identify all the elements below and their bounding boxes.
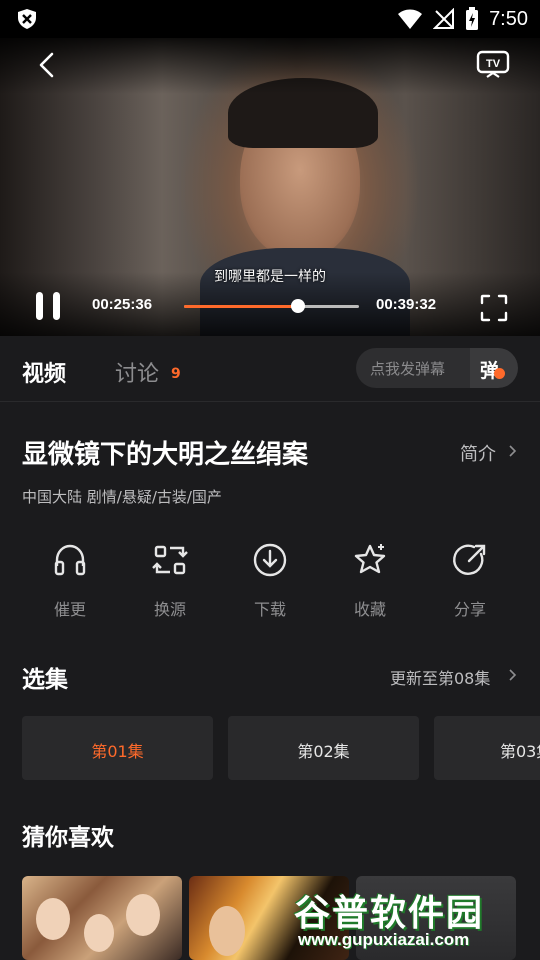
chevron-right-icon[interactable] — [508, 668, 518, 682]
video-player[interactable]: TV 到哪里都是一样的 00:25:36 00:39:32 — [0, 38, 540, 336]
recommend-poster[interactable] — [22, 876, 182, 960]
fullscreen-icon[interactable] — [480, 294, 508, 322]
danmaku-on-icon — [494, 368, 505, 379]
progress-knob[interactable] — [290, 299, 305, 313]
watermark-logo: 谷普软件园 www.gupuxiazai.com — [294, 884, 540, 960]
intro-link[interactable]: 简介 — [460, 440, 496, 466]
download-button[interactable]: 下载 — [220, 540, 320, 630]
player-controls: 00:25:36 00:39:32 — [0, 272, 540, 336]
battery-charging-icon — [466, 7, 479, 30]
episode-item[interactable]: 第01集 — [22, 716, 213, 780]
comments-count-badge: 9 — [171, 366, 181, 382]
tab-comments[interactable]: 讨论 — [115, 356, 159, 388]
pause-bar-right — [53, 292, 60, 320]
share-button[interactable]: 分享 — [420, 540, 520, 630]
duration: 00:39:32 — [376, 296, 437, 313]
tab-bar: 视频 讨论 9 点我发弹幕 弹 — [0, 336, 540, 402]
pause-button[interactable] — [34, 292, 62, 322]
back-icon[interactable] — [32, 50, 62, 80]
svg-text:TV: TV — [486, 58, 501, 70]
watermark-url: www.gupuxiazai.com — [298, 930, 470, 949]
action-label: 下载 — [253, 600, 286, 619]
danmaku-input[interactable]: 点我发弹幕 — [370, 358, 445, 379]
poster-figure — [126, 894, 160, 936]
status-time: 7:50 — [489, 7, 528, 30]
show-title: 显微镜下的大明之丝绢案 — [22, 440, 309, 470]
switch-source-button[interactable]: 换源 — [120, 540, 220, 630]
poster-figure — [84, 914, 114, 952]
switch-source-icon — [152, 545, 188, 575]
watermark-text: 谷普软件园 — [294, 893, 485, 934]
star-icon — [354, 544, 386, 574]
progress-track[interactable] — [184, 299, 359, 313]
episodes-title: 选集 — [22, 667, 68, 693]
tv-cast-icon[interactable]: TV — [476, 50, 510, 80]
poster-figure — [36, 898, 70, 940]
action-label: 收藏 — [353, 600, 386, 619]
show-meta: 中国大陆 剧情/悬疑/古装/国产 — [22, 488, 222, 506]
wifi-icon — [398, 9, 423, 29]
episode-label: 第03集 — [500, 742, 540, 761]
download-icon — [253, 543, 287, 577]
chevron-right-icon[interactable] — [508, 444, 518, 458]
danmaku-toggle[interactable]: 弹 — [470, 348, 518, 388]
episode-item[interactable]: 第03集 — [434, 716, 540, 780]
poster-figure — [209, 906, 245, 956]
share-icon — [453, 544, 486, 575]
shield-icon — [18, 9, 36, 29]
favorite-button[interactable]: 收藏 — [320, 540, 420, 630]
status-bar: 7:50 — [0, 0, 540, 38]
current-time: 00:25:36 — [92, 296, 153, 313]
pause-bar-left — [36, 292, 43, 320]
episode-label: 第02集 — [297, 742, 350, 761]
action-label: 分享 — [453, 600, 486, 619]
action-label: 换源 — [153, 600, 186, 619]
episodes-update-link[interactable]: 更新至第08集 — [390, 665, 490, 689]
progress-fill — [184, 305, 298, 308]
danmaku-box: 点我发弹幕 弹 — [356, 348, 518, 388]
recommend-title: 猜你喜欢 — [22, 825, 114, 851]
tab-video[interactable]: 视频 — [22, 356, 66, 388]
action-label: 催更 — [53, 600, 86, 619]
episode-item[interactable]: 第02集 — [228, 716, 419, 780]
action-row: 催更 换源 下载 收藏 分享 — [0, 540, 540, 630]
urge-update-button[interactable]: 催更 — [20, 540, 120, 630]
player-topbar — [0, 38, 540, 94]
episode-label: 第01集 — [91, 742, 144, 761]
headphones-icon — [54, 544, 86, 576]
no-signal-icon — [433, 8, 455, 29]
